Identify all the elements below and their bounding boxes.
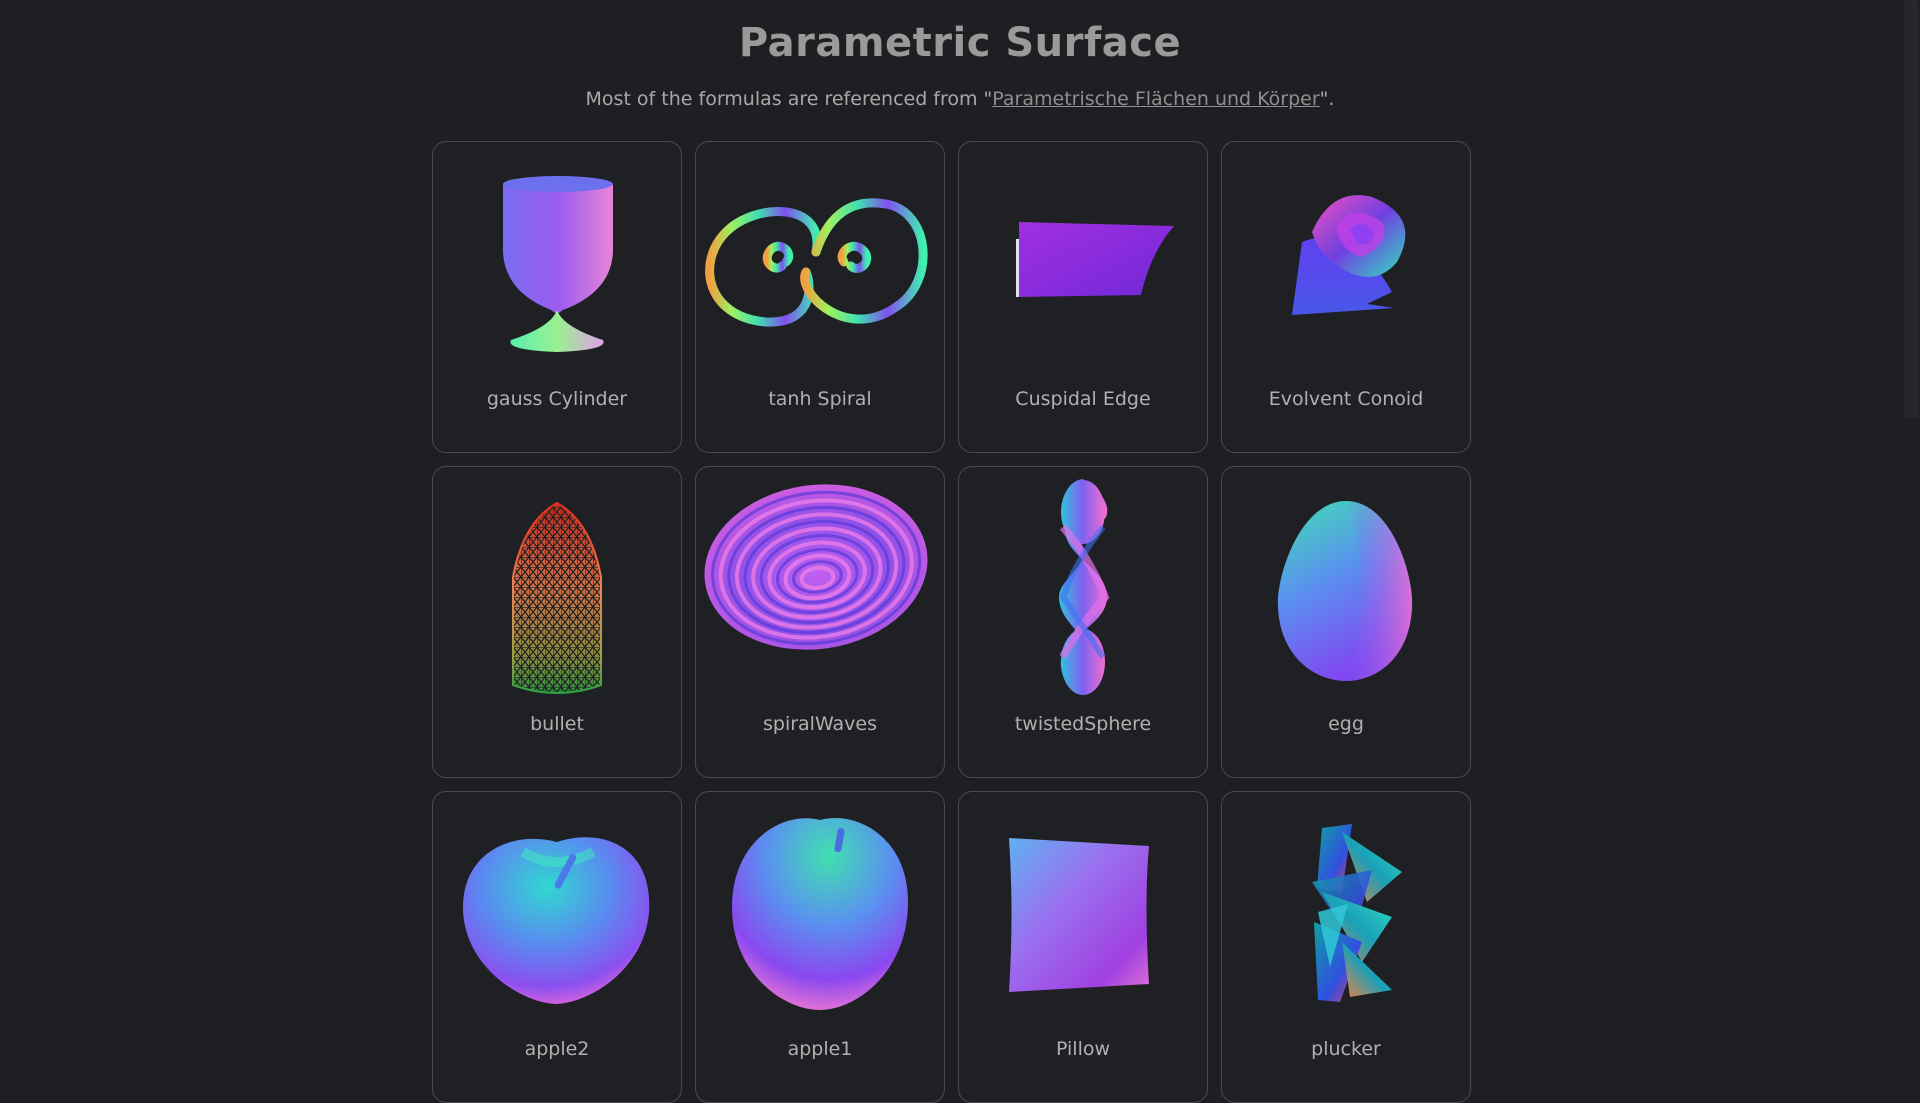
surface-card-label: bullet bbox=[530, 713, 584, 735]
page-title: Parametric Surface bbox=[738, 20, 1182, 66]
page-header: Parametric Surface Most of the formulas … bbox=[0, 0, 1920, 110]
surface-card-pillow[interactable]: Pillow bbox=[958, 791, 1208, 1103]
surface-card-label: apple1 bbox=[787, 1038, 853, 1060]
surface-card-label: Pillow bbox=[1055, 1038, 1111, 1060]
surface-card-bullet[interactable]: bullet bbox=[432, 466, 682, 778]
egg-surface-icon bbox=[1277, 501, 1413, 681]
surface-card-gauss-cylinder[interactable]: gauss Cylinder bbox=[432, 141, 682, 453]
surface-card-label: twistedSphere bbox=[1014, 713, 1152, 735]
subtitle-suffix: ". bbox=[1319, 88, 1335, 110]
surface-card-label: spiralWaves bbox=[762, 713, 878, 735]
surface-card-tanh-spiral[interactable]: tanh Spiral bbox=[695, 141, 945, 453]
surface-card-label: gauss Cylinder bbox=[486, 388, 628, 410]
surface-card-egg[interactable]: egg bbox=[1221, 466, 1471, 778]
bullet-wireframe-icon bbox=[512, 501, 602, 694]
scrollbar-thumb[interactable] bbox=[1904, 0, 1918, 418]
surface-card-twisted-sphere[interactable]: twistedSphere bbox=[958, 466, 1208, 778]
page-scrollbar[interactable] bbox=[1902, 0, 1920, 1080]
pillow-surface-icon bbox=[1009, 838, 1149, 992]
gauss-cylinder-surface-icon bbox=[503, 176, 613, 352]
tanh-spiral-surface-icon bbox=[705, 198, 928, 327]
surface-card-cuspidal-edge[interactable]: Cuspidal Edge bbox=[958, 141, 1208, 453]
cuspidal-edge-surface-icon bbox=[1016, 222, 1174, 297]
plucker-surface-icon bbox=[1312, 824, 1402, 1002]
subtitle-prefix: Most of the formulas are referenced from… bbox=[585, 88, 993, 110]
surface-card-evolvent-conoid[interactable]: Evolvent Conoid bbox=[1221, 141, 1471, 453]
page-subtitle: Most of the formulas are referenced from… bbox=[0, 88, 1920, 110]
apple1-surface-icon bbox=[732, 817, 908, 1010]
surface-card-plucker[interactable]: plucker bbox=[1221, 791, 1471, 1103]
reference-link[interactable]: Parametrische Flächen und Körper bbox=[992, 88, 1319, 110]
surface-card-label: apple2 bbox=[524, 1038, 590, 1060]
surface-card-apple2[interactable]: apple2 bbox=[432, 791, 682, 1103]
surface-card-label: egg bbox=[1328, 713, 1364, 735]
surface-card-label: Cuspidal Edge bbox=[1015, 388, 1151, 410]
evolvent-conoid-surface-icon bbox=[1292, 195, 1406, 315]
spiral-waves-surface-icon bbox=[704, 484, 928, 650]
surface-card-label: tanh Spiral bbox=[768, 388, 872, 410]
surface-grid: gauss Cylinder tanh Spiral Cuspidal Edge… bbox=[432, 141, 1471, 1103]
surface-card-spiral-waves[interactable]: spiralWaves bbox=[695, 466, 945, 778]
surface-card-label: Evolvent Conoid bbox=[1268, 388, 1424, 410]
apple2-surface-icon bbox=[463, 837, 650, 1004]
surface-card-apple1[interactable]: apple1 bbox=[695, 791, 945, 1103]
twisted-sphere-surface-icon bbox=[1059, 479, 1110, 695]
surface-card-label: plucker bbox=[1311, 1038, 1381, 1060]
